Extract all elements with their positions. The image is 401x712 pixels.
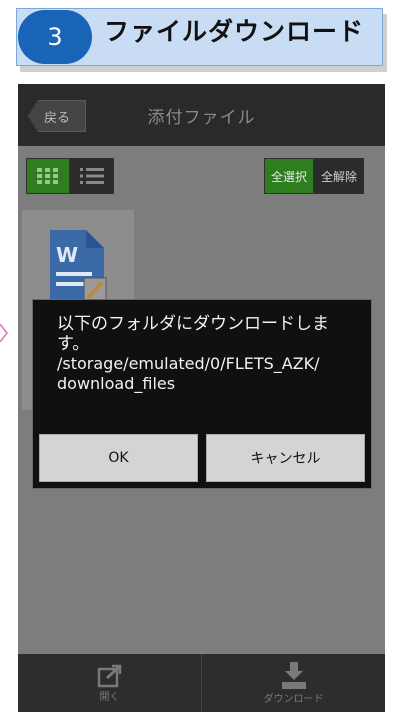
dialog-buttons: OK キャンセル <box>39 434 365 482</box>
open-icon <box>97 664 121 687</box>
dialog-message-line-4: download_files <box>57 374 176 393</box>
dialog-message-line-3: /storage/emulated/0/FLETS_AZK/ <box>57 354 320 373</box>
dialog-message-line-1: 以下のフォルダにダウンロードしま <box>57 314 329 334</box>
word-document-icon: W <box>50 230 107 306</box>
download-label: ダウンロード <box>263 693 324 705</box>
step-number: 3 <box>18 10 92 64</box>
download-confirm-dialog: 以下のフォルダにダウンロードしま す。 /storage/emulated/0/… <box>32 299 372 489</box>
pointer-arrow-icon <box>0 324 8 342</box>
download-icon <box>281 661 306 689</box>
download-button[interactable]: ダウンロード <box>202 654 385 712</box>
step-title: ファイルダウンロード <box>104 17 365 46</box>
dialog-message: 以下のフォルダにダウンロードしま す。 /storage/emulated/0/… <box>57 314 357 394</box>
select-all-button[interactable]: 全選択 <box>264 158 315 194</box>
app-header: 戻る 添付ファイル <box>18 84 385 146</box>
phone-screen: 戻る 添付ファイル 全選択 全解除 W 以下のフォルダにダウンロードしま す。 … <box>18 84 385 712</box>
view-toggle <box>26 158 114 194</box>
svg-text:W: W <box>56 243 78 267</box>
list-view-button[interactable] <box>70 158 114 194</box>
cancel-button[interactable]: キャンセル <box>206 434 365 482</box>
selection-controls: 全選択 全解除 <box>264 158 365 194</box>
grid-view-icon <box>37 168 58 184</box>
bottom-action-bar: 開く ダウンロード <box>18 654 385 712</box>
open-button[interactable]: 開く <box>18 654 201 712</box>
grid-view-button[interactable] <box>26 158 70 194</box>
page-title: 添付ファイル <box>147 108 256 128</box>
dialog-message-line-2: す。 <box>57 334 90 354</box>
ok-button[interactable]: OK <box>39 434 198 482</box>
list-view-icon <box>80 168 104 184</box>
deselect-all-button[interactable]: 全解除 <box>314 158 365 194</box>
open-label: 開く <box>99 691 120 703</box>
